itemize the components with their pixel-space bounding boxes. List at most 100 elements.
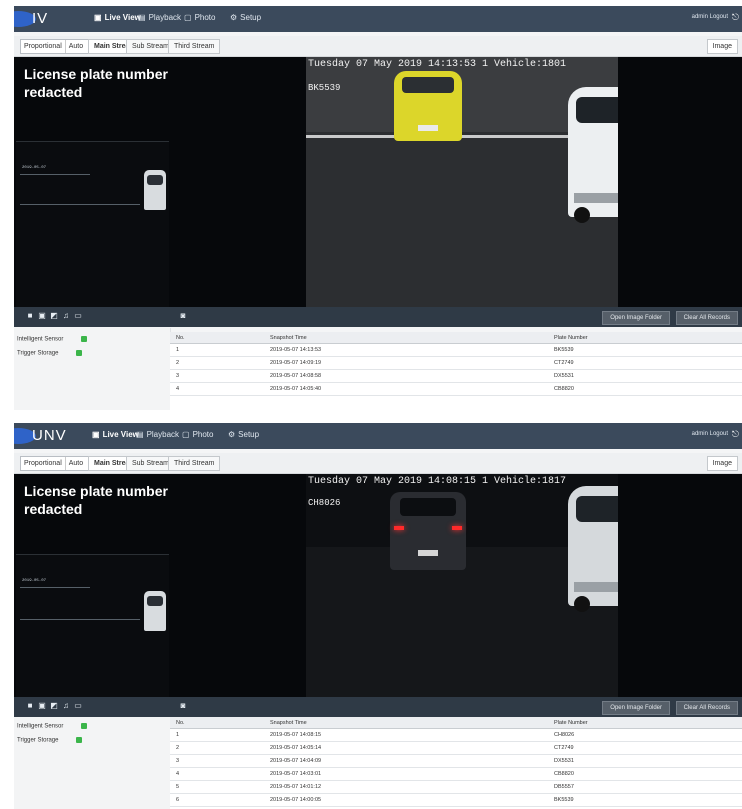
gear-icon: ⚙ <box>228 430 236 439</box>
app-logo: IV <box>14 9 54 29</box>
nav-playback[interactable]: ▤ Playback <box>138 13 181 22</box>
col-time: Snapshot Time <box>270 335 307 341</box>
nav-label: Photo <box>192 430 214 439</box>
car-window <box>147 175 163 185</box>
cell-plate: BK5539 <box>554 797 574 803</box>
camera-window-bottom: UNV ▣ Live View ▤ Playback ▢ Photo ⚙ Setup a… <box>14 423 742 809</box>
storage-label: Trigger Storage <box>17 737 59 744</box>
clear-records-button[interactable]: Clear All Records <box>675 311 738 325</box>
table-row[interactable]: 1 2019-05-07 14:13:53 BK5539 <box>170 344 742 357</box>
storage-label: Trigger Storage <box>17 350 59 357</box>
table-row[interactable]: 3 2019-05-07 14:04:09 DX5531 <box>170 755 742 768</box>
record-icon[interactable]: ◩ <box>50 702 58 710</box>
vehicle-white-suv <box>568 486 618 612</box>
plate-records-table: No. Snapshot Time Plate Number 1 2019-05-… <box>170 332 742 410</box>
logo-text: IV <box>32 10 49 27</box>
camera-icon[interactable]: ◙ <box>179 312 187 320</box>
view-toolbar: ProportionalAuto ▾ Main Stream Sub Strea… <box>14 36 742 57</box>
redaction-note: License plate number redacted <box>24 66 168 100</box>
fullscreen-icon[interactable]: ▭ <box>74 312 82 320</box>
cell-no: 2 <box>176 360 180 366</box>
video-control-bar: ■ ▣ ◩ ♫ ▭ ◙ Open Image Folder Clear All … <box>14 697 742 717</box>
app-logo: UNV <box>14 426 66 446</box>
cell-no: 4 <box>176 771 180 777</box>
clear-records-button[interactable]: Clear All Records <box>675 701 738 715</box>
table-row[interactable]: 5 2019-05-07 14:01:12 DB5557 <box>170 781 742 794</box>
top-nav-bar: UNV ▣ Live View ▤ Playback ▢ Photo ⚙ Setup a… <box>14 423 742 449</box>
intelligent-sensor-row[interactable]: Intelligent Sensor <box>17 336 88 343</box>
table-row[interactable]: 2 2019-05-07 14:09:19 CT2749 <box>170 357 742 370</box>
nav-photo[interactable]: ▢ Photo <box>184 13 215 22</box>
user-info[interactable]: admin Logout <box>692 14 728 20</box>
open-image-folder-button[interactable]: Open Image Folder <box>602 701 670 715</box>
live-video-area[interactable]: License plate number redacted 2019-05-07… <box>14 57 742 307</box>
preview-car <box>144 170 166 210</box>
plate-records-table: No. Snapshot Time Plate Number 1 2019-05-… <box>170 717 742 809</box>
live-video-area[interactable]: License plate number redacted 2019-05-07… <box>14 474 742 697</box>
table-row[interactable]: 4 2019-05-07 14:03:01 CB8820 <box>170 768 742 781</box>
ratio-label: Proportional <box>24 43 62 50</box>
intelligent-sensor-row[interactable]: Intelligent Sensor <box>17 723 88 730</box>
nav-setup[interactable]: ⚙ Setup <box>230 13 261 22</box>
open-image-folder-button[interactable]: Open Image Folder <box>602 311 670 325</box>
cell-time: 2019-05-07 14:05:14 <box>270 745 322 751</box>
cell-time: 2019-05-07 14:08:15 <box>270 732 322 738</box>
audio-icon[interactable]: ♫ <box>62 702 70 710</box>
user-info[interactable]: admin Logout <box>692 431 728 437</box>
camera-osd-line1: Tuesday 07 May 2019 14:08:15 1 Vehicle:1… <box>308 476 567 487</box>
car-wheel <box>574 596 590 612</box>
ratio-value: Auto <box>64 40 86 53</box>
camera-icon[interactable]: ◙ <box>179 702 187 710</box>
cell-plate: DX5531 <box>554 373 574 379</box>
nav-playback[interactable]: ▤ Playback <box>136 430 179 439</box>
nav-label: Setup <box>238 430 260 439</box>
ratio-label: Proportional <box>24 460 62 467</box>
audio-icon[interactable]: ♫ <box>62 312 70 320</box>
view-toolbar: ProportionalAuto ▾ Main Stream Sub Strea… <box>14 453 742 474</box>
nav-label: Photo <box>194 13 216 22</box>
car-window <box>400 498 456 516</box>
status-indicator-icon <box>76 350 83 356</box>
stop-icon[interactable]: ■ <box>26 312 34 320</box>
logout-icon[interactable]: ⎋ <box>732 429 739 440</box>
image-button[interactable]: Image <box>706 456 738 471</box>
col-plate: Plate Number <box>554 335 588 341</box>
nav-setup[interactable]: ⚙ Setup <box>228 430 259 439</box>
table-row[interactable]: 3 2019-05-07 14:08:58 DX5531 <box>170 370 742 383</box>
table-row[interactable]: 6 2019-05-07 14:00:05 BK5539 <box>170 794 742 807</box>
logout-icon[interactable]: ⎋ <box>732 12 739 23</box>
photo-icon: ▢ <box>182 430 190 439</box>
cell-time: 2019-05-07 14:03:01 <box>270 771 322 777</box>
cell-plate: DB5557 <box>554 784 574 790</box>
plate <box>418 125 438 131</box>
table-row[interactable]: 4 2019-05-07 14:05:40 CB8820 <box>170 383 742 396</box>
lane-line <box>20 204 140 205</box>
playback-icon: ▤ <box>138 13 146 22</box>
trigger-storage-row[interactable]: Trigger Storage <box>17 737 83 744</box>
ratio-select[interactable]: ProportionalAuto ▾ <box>20 456 96 471</box>
trigger-storage-row[interactable]: Trigger Storage <box>17 350 83 357</box>
table-row[interactable]: 1 2019-05-07 14:08:15 CH8026 <box>170 729 742 742</box>
fullscreen-icon[interactable]: ▭ <box>74 702 82 710</box>
snapshot-icon[interactable]: ▣ <box>38 702 46 710</box>
nav-live-view[interactable]: ▣ Live View <box>92 430 139 439</box>
photo-icon: ▢ <box>184 13 192 22</box>
snapshot-preview[interactable]: 2019-05-07 <box>16 554 169 697</box>
tail-light <box>452 526 462 530</box>
ratio-select[interactable]: ProportionalAuto ▾ <box>20 39 96 54</box>
snapshot-preview[interactable]: 2019-05-07 <box>16 141 169 307</box>
nav-photo[interactable]: ▢ Photo <box>182 430 213 439</box>
tab-third-stream[interactable]: Third Stream <box>168 39 221 54</box>
image-button[interactable]: Image <box>706 39 738 54</box>
car-window <box>402 77 454 93</box>
table-row[interactable]: 2 2019-05-07 14:05:14 CT2749 <box>170 742 742 755</box>
snapshot-icon[interactable]: ▣ <box>38 312 46 320</box>
stop-icon[interactable]: ■ <box>26 702 34 710</box>
nav-live-view[interactable]: ▣ Live View <box>94 13 141 22</box>
cell-time: 2019-05-07 14:00:05 <box>270 797 322 803</box>
logo-text: UNV <box>32 427 67 444</box>
record-icon[interactable]: ◩ <box>50 312 58 320</box>
tab-third-stream[interactable]: Third Stream <box>168 456 221 471</box>
top-nav-bar: IV ▣ Live View ▤ Playback ▢ Photo ⚙ Setup ad… <box>14 6 742 32</box>
live-view-icon: ▣ <box>94 13 102 22</box>
